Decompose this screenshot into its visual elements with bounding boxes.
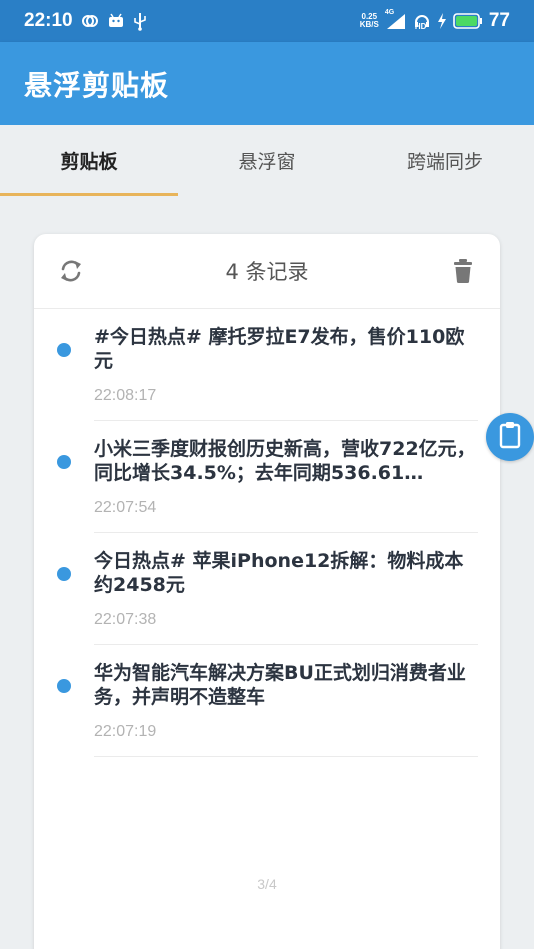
tab-floating-window[interactable]: 悬浮窗 — [178, 125, 356, 196]
status-bar: 22:10 0.25 KB/S 4G HD 77 — [0, 0, 534, 42]
record-time: 22:07:38 — [94, 611, 157, 628]
record-text: 小米三季度财报创历史新高，营收722亿元，同比增长34.5%；去年同期536.6… — [94, 438, 476, 484]
record-text: 今日热点# 苹果iPhone12拆解：物料成本约2458元 — [94, 550, 464, 596]
card-header: 4 条记录 — [34, 234, 500, 309]
signal-icon: 4G — [384, 9, 407, 30]
app-bar: 悬浮剪贴板 — [0, 42, 534, 125]
record-text: #今日热点# 摩托罗拉E7发布，售价110欧元 — [94, 326, 465, 372]
record-count-title: 4 条记录 — [225, 260, 309, 284]
battery-icon — [453, 13, 483, 29]
tab-bar: 剪贴板 悬浮窗 跨端同步 — [0, 125, 534, 196]
tab-label: 悬浮窗 — [238, 151, 296, 173]
list-item[interactable]: #今日热点# 摩托罗拉E7发布，售价110欧元 22:08:17 — [34, 309, 500, 421]
headset-hd-icon: HD — [413, 12, 431, 31]
network-type: 4G — [384, 9, 395, 16]
list-item[interactable]: 华为智能汽车解决方案BU正式划归消费者业务，并声明不造整车 22:07:19 — [34, 645, 500, 757]
record-text: 华为智能汽车解决方案BU正式划归消费者业务，并声明不造整车 — [94, 662, 466, 708]
record-dot — [57, 679, 71, 693]
record-time: 22:07:54 — [94, 499, 157, 516]
link-icon — [81, 12, 99, 30]
record-list: #今日热点# 摩托罗拉E7发布，售价110欧元 22:08:17 小米三季度财报… — [34, 309, 500, 757]
floating-clipboard-button[interactable] — [486, 413, 534, 461]
record-dot — [57, 567, 71, 581]
tab-label: 剪贴板 — [60, 151, 118, 173]
net-speed-unit: KB/S — [359, 20, 379, 29]
charging-icon — [437, 12, 447, 30]
record-time: 22:07:19 — [94, 723, 157, 740]
records-card: 4 条记录 #今日热点# 摩托罗拉E7发布，售价110欧元 22:08:17 小… — [34, 234, 500, 949]
record-time: 22:08:17 — [94, 387, 157, 404]
hd-label: HD — [414, 22, 427, 31]
usb-icon — [133, 11, 147, 31]
record-dot — [57, 343, 71, 357]
clipboard-icon — [498, 421, 522, 453]
list-item[interactable]: 今日热点# 苹果iPhone12拆解：物料成本约2458元 22:07:38 — [34, 533, 500, 645]
pager: 3/4 — [257, 876, 277, 892]
tab-clipboard[interactable]: 剪贴板 — [0, 125, 178, 196]
net-speed: 0.25 KB/S — [360, 13, 379, 29]
list-item[interactable]: 小米三季度财报创历史新高，营收722亿元，同比增长34.5%；去年同期536.6… — [34, 421, 500, 533]
tab-cross-device-sync[interactable]: 跨端同步 — [356, 125, 534, 196]
android-icon — [107, 12, 125, 30]
battery-level: 77 — [488, 10, 510, 31]
tab-label: 跨端同步 — [406, 151, 483, 173]
status-time: 22:10 — [24, 10, 73, 31]
app-title: 悬浮剪贴板 — [24, 68, 170, 102]
record-dot — [57, 455, 71, 469]
trash-icon[interactable] — [452, 258, 474, 284]
refresh-icon[interactable] — [58, 258, 84, 284]
divider — [94, 756, 478, 757]
